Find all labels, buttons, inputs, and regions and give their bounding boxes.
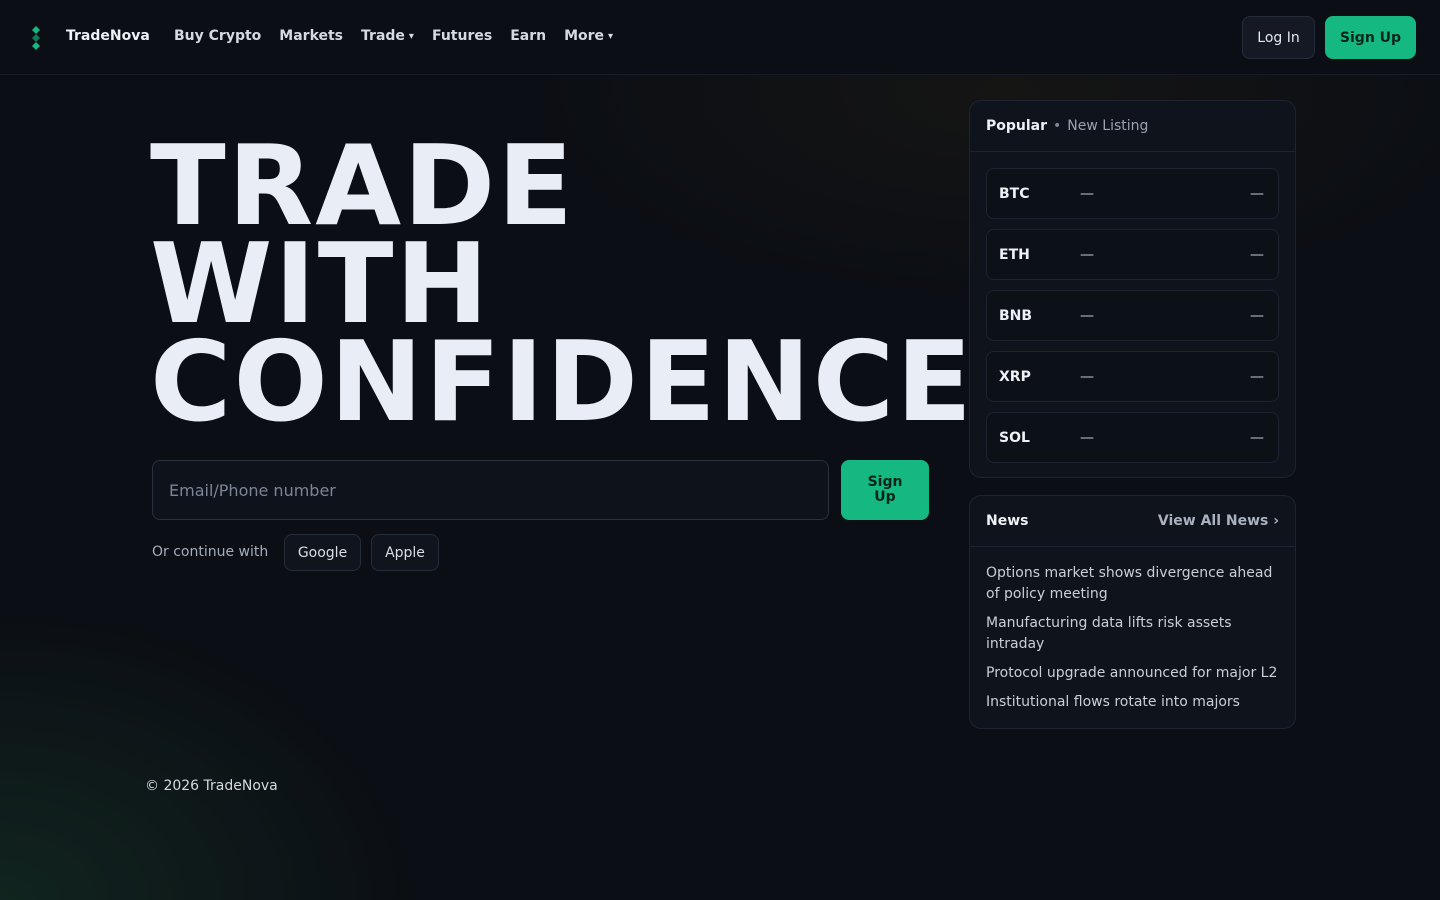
news-item[interactable]: Protocol upgrade announced for major L2 (986, 663, 1279, 684)
coin-change: — (1250, 246, 1264, 263)
coin-row-sol[interactable]: SOL — — (986, 412, 1279, 463)
nav-earn[interactable]: Earn (510, 28, 546, 44)
top-navigation-bar: TradeNova Buy Crypto Markets Trade ▾ Fut… (0, 0, 1440, 75)
nav-label: Markets (279, 28, 344, 44)
main-nav: Buy Crypto Markets Trade ▾ Futures Earn … (174, 28, 613, 44)
signup-button-hero[interactable]: Sign Up (841, 460, 929, 520)
coin-list: BTC — — ETH — — BNB — — XRP — — SOL — — (970, 152, 1295, 463)
nav-futures[interactable]: Futures (432, 28, 492, 44)
google-login-button[interactable]: Google (284, 534, 361, 571)
coin-price: — (1080, 185, 1094, 202)
coin-symbol: BNB (999, 307, 1033, 324)
coin-price: — (1080, 246, 1094, 263)
nav-label: More (564, 28, 605, 44)
nav-label: Earn (510, 28, 547, 44)
coin-row-btc[interactable]: BTC — — (986, 168, 1279, 219)
news-item[interactable]: Options market shows divergence ahead of… (986, 563, 1279, 605)
hero-title: TRADE WITH CONFIDENCE (150, 131, 974, 447)
coin-symbol: XRP (999, 368, 1031, 385)
coin-symbol: BTC (999, 185, 1030, 202)
markets-card: Popular • New Listing BTC — — ETH — — BN… (969, 100, 1296, 478)
coin-change: — (1250, 368, 1264, 385)
coin-row-bnb[interactable]: BNB — — (986, 290, 1279, 341)
hero-title-line: CONFIDENCE (150, 318, 974, 447)
nav-buy-crypto[interactable]: Buy Crypto (174, 28, 261, 44)
coin-change: — (1250, 429, 1264, 446)
news-card: News View All News › Options market show… (969, 495, 1296, 729)
news-title: News (986, 513, 1029, 529)
nav-label: Futures (431, 28, 493, 44)
news-list: Options market shows divergence ahead of… (970, 547, 1295, 713)
brand-name[interactable]: TradeNova (66, 28, 150, 44)
email-phone-input[interactable] (152, 460, 829, 520)
news-item[interactable]: Institutional flows rotate into majors (986, 692, 1279, 713)
coin-change: — (1250, 307, 1264, 324)
signup-button-label: Sign Up (867, 474, 903, 505)
tab-popular[interactable]: Popular (986, 118, 1047, 134)
chevron-down-icon: ▾ (608, 30, 614, 42)
signup-button-header[interactable]: Sign Up (1325, 16, 1416, 59)
logo-icon[interactable] (30, 26, 42, 50)
continue-with-label: Or continue with (152, 544, 269, 560)
coin-price: — (1080, 368, 1094, 385)
login-button[interactable]: Log In (1242, 16, 1315, 59)
coin-symbol: SOL (999, 429, 1030, 446)
coin-row-xrp[interactable]: XRP — — (986, 351, 1279, 402)
footer-copyright: © 2026 TradeNova (145, 778, 278, 794)
nav-trade[interactable]: Trade ▾ (361, 28, 414, 44)
news-header: News View All News › (970, 496, 1295, 547)
tab-separator: • (1053, 118, 1062, 134)
coin-symbol: ETH (999, 246, 1030, 263)
chevron-down-icon: ▾ (408, 30, 414, 42)
coin-row-eth[interactable]: ETH — — (986, 229, 1279, 280)
coin-price: — (1080, 307, 1094, 324)
news-item[interactable]: Manufacturing data lifts risk assets int… (986, 613, 1279, 655)
nav-label: Trade (361, 28, 405, 44)
nav-markets[interactable]: Markets (279, 28, 343, 44)
markets-tabs: Popular • New Listing (970, 101, 1295, 152)
nav-label: Buy Crypto (174, 28, 262, 44)
coin-price: — (1080, 429, 1094, 446)
coin-change: — (1250, 185, 1264, 202)
nav-more[interactable]: More ▾ (564, 28, 613, 44)
tab-new-listing[interactable]: New Listing (1067, 118, 1148, 134)
view-all-news-link[interactable]: View All News › (1158, 513, 1279, 529)
apple-login-button[interactable]: Apple (371, 534, 439, 571)
